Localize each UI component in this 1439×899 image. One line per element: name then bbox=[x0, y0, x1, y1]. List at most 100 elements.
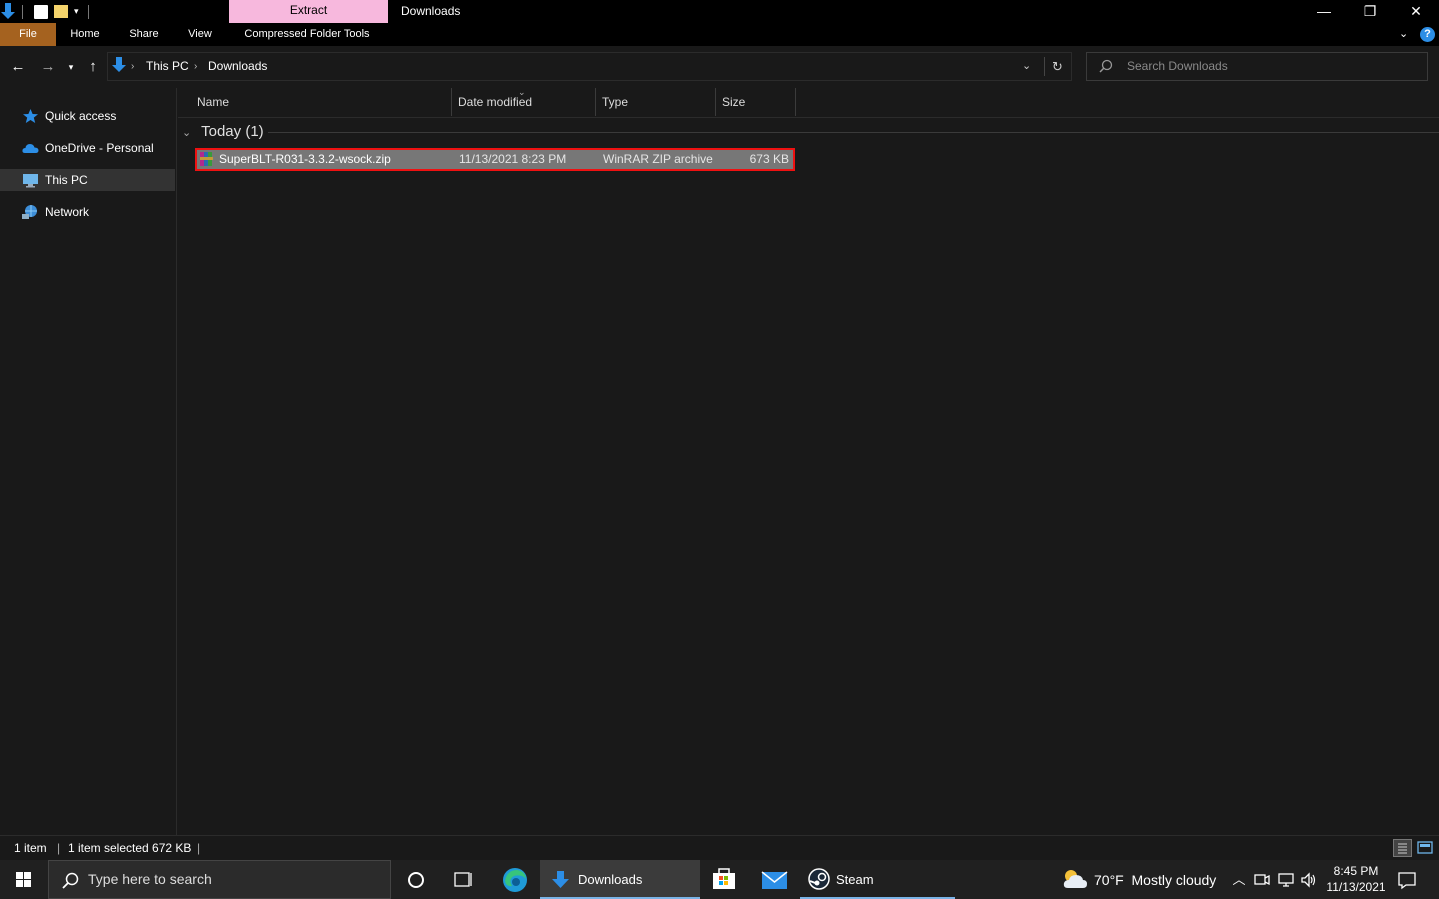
edge-browser-icon[interactable] bbox=[492, 860, 538, 899]
mail-icon[interactable] bbox=[752, 860, 798, 899]
address-row: ← → ▾ ↑ › This PC › Downloads ⌄ ↻ Search… bbox=[0, 46, 1439, 88]
star-icon bbox=[22, 108, 39, 124]
download-arrow-icon bbox=[552, 870, 570, 893]
nav-item-label: Network bbox=[45, 205, 90, 219]
search-placeholder: Search Downloads bbox=[1127, 59, 1228, 73]
new-folder-icon[interactable] bbox=[54, 5, 68, 18]
clock-date: 11/13/2021 bbox=[1326, 880, 1386, 894]
quick-access-toolbar: ▾ bbox=[0, 0, 92, 23]
divider bbox=[1044, 57, 1045, 76]
divider bbox=[178, 117, 1439, 118]
partly-cloudy-icon bbox=[1062, 868, 1088, 893]
taskbar-file-explorer-downloads[interactable]: Downloads bbox=[540, 860, 700, 899]
window-title: Downloads bbox=[401, 4, 461, 18]
help-icon[interactable]: ? bbox=[1420, 27, 1435, 42]
ribbon-tabs: File Home Share View Compressed Folder T… bbox=[0, 23, 1439, 46]
cortana-icon[interactable] bbox=[393, 860, 439, 899]
microsoft-store-icon[interactable] bbox=[702, 860, 748, 899]
chevron-right-icon[interactable]: › bbox=[131, 53, 134, 80]
steam-icon bbox=[808, 868, 830, 893]
back-arrow-icon[interactable]: ← bbox=[7, 56, 29, 78]
download-arrow-icon[interactable] bbox=[0, 0, 18, 23]
tab-home[interactable]: Home bbox=[62, 23, 108, 46]
sort-indicator-icon: ⌄ bbox=[518, 87, 526, 97]
nav-item-label: This PC bbox=[45, 173, 88, 187]
nav-item-network[interactable]: Network bbox=[0, 201, 175, 223]
refresh-icon[interactable]: ↻ bbox=[1052, 53, 1063, 80]
clock[interactable]: 8:45 PM 11/13/2021 bbox=[1322, 860, 1390, 899]
taskbar-search-box[interactable]: Type here to search bbox=[48, 860, 391, 899]
taskbar: Type here to search Downloads Steam 70°F… bbox=[0, 860, 1439, 899]
minimize-button[interactable]: — bbox=[1301, 0, 1347, 23]
tab-file[interactable]: File bbox=[0, 23, 56, 46]
expand-ribbon-icon[interactable]: ⌄ bbox=[1399, 23, 1415, 46]
weather-widget[interactable]: 70°F Mostly cloudy bbox=[1060, 860, 1228, 899]
network-icon bbox=[22, 204, 39, 220]
close-button[interactable]: ✕ bbox=[1393, 0, 1439, 23]
collapse-chevron-icon[interactable]: ⌄ bbox=[182, 127, 191, 139]
start-button[interactable] bbox=[0, 860, 46, 899]
winrar-archive-icon bbox=[199, 151, 215, 170]
divider bbox=[88, 4, 92, 19]
divider bbox=[22, 4, 28, 19]
navigation-pane: Quick access OneDrive - Personal This PC… bbox=[0, 88, 177, 835]
file-size: 673 KB bbox=[749, 152, 789, 166]
forward-arrow-icon[interactable]: → bbox=[37, 56, 59, 78]
title-bar: ▾ Extract Downloads — ❐ ✕ bbox=[0, 0, 1439, 23]
search-box[interactable]: Search Downloads bbox=[1086, 52, 1428, 81]
clock-time: 8:45 PM bbox=[1333, 864, 1379, 878]
chevron-right-icon[interactable]: › bbox=[194, 53, 197, 80]
download-folder-icon bbox=[111, 56, 127, 79]
file-date-modified: 11/13/2021 8:23 PM bbox=[459, 152, 567, 166]
weather-text: 70°F Mostly cloudy bbox=[1094, 872, 1217, 888]
breadcrumb-this-pc[interactable]: This PC bbox=[146, 53, 189, 80]
divider bbox=[268, 132, 1439, 133]
notification-center-icon[interactable] bbox=[1396, 870, 1418, 893]
maximize-button[interactable]: ❐ bbox=[1347, 0, 1393, 23]
extract-context-tab[interactable]: Extract bbox=[229, 0, 388, 23]
nav-item-label: Quick access bbox=[45, 109, 117, 123]
nav-item-onedrive[interactable]: OneDrive - Personal bbox=[0, 137, 175, 159]
volume-icon[interactable] bbox=[1300, 871, 1318, 892]
file-type: WinRAR ZIP archive bbox=[603, 152, 713, 166]
nav-item-this-pc[interactable]: This PC bbox=[0, 169, 175, 191]
breadcrumb-downloads[interactable]: Downloads bbox=[208, 53, 267, 80]
network-status-icon[interactable] bbox=[1277, 871, 1295, 892]
status-item-count: 1 item bbox=[14, 841, 47, 855]
status-bar: 1 item | 1 item selected 672 KB | bbox=[0, 835, 1439, 860]
meet-now-icon[interactable] bbox=[1253, 871, 1271, 892]
column-header-date-modified[interactable]: ⌄ Date modified bbox=[452, 87, 596, 116]
details-view-icon[interactable] bbox=[1393, 839, 1412, 857]
task-view-icon[interactable] bbox=[440, 860, 486, 899]
taskbar-search-placeholder: Type here to search bbox=[88, 871, 212, 887]
address-bar[interactable]: › This PC › Downloads ⌄ ↻ bbox=[107, 52, 1072, 81]
column-header-type[interactable]: Type bbox=[596, 88, 716, 116]
file-name: SuperBLT-R031-3.3.2-wsock.zip bbox=[219, 152, 391, 166]
tab-view[interactable]: View bbox=[180, 23, 220, 46]
nav-item-label: OneDrive - Personal bbox=[45, 141, 154, 155]
search-icon bbox=[1099, 59, 1113, 76]
status-selection: 1 item selected 672 KB bbox=[68, 841, 192, 855]
search-icon bbox=[61, 872, 79, 893]
file-list-pane: Name ⌄ Date modified Type Size ⌄ Today (… bbox=[178, 87, 1439, 835]
properties-icon[interactable] bbox=[34, 4, 48, 19]
column-header-size[interactable]: Size bbox=[716, 88, 796, 116]
address-dropdown-icon[interactable]: ⌄ bbox=[1022, 53, 1031, 80]
large-icons-view-icon[interactable] bbox=[1417, 840, 1433, 855]
taskbar-item-label: Steam bbox=[836, 872, 874, 887]
divider: | bbox=[57, 841, 61, 855]
nav-item-quick-access[interactable]: Quick access bbox=[0, 105, 175, 127]
recent-locations-icon[interactable]: ▾ bbox=[63, 56, 79, 78]
cloud-icon bbox=[22, 140, 39, 156]
up-arrow-icon[interactable]: ↑ bbox=[82, 56, 104, 78]
chevron-up-icon[interactable]: ︿ bbox=[1230, 860, 1248, 899]
taskbar-steam[interactable]: Steam bbox=[800, 860, 955, 899]
tab-share[interactable]: Share bbox=[122, 23, 166, 46]
group-header[interactable]: ⌄ Today (1) bbox=[182, 121, 264, 143]
customize-toolbar-icon[interactable]: ▾ bbox=[74, 0, 86, 23]
file-row[interactable]: SuperBLT-R031-3.3.2-wsock.zip 11/13/2021… bbox=[195, 148, 795, 171]
column-header-name[interactable]: Name bbox=[178, 88, 452, 116]
taskbar-item-label: Downloads bbox=[578, 872, 643, 887]
group-header-label: Today (1) bbox=[201, 123, 264, 140]
tab-compressed-folder-tools[interactable]: Compressed Folder Tools bbox=[234, 23, 380, 46]
